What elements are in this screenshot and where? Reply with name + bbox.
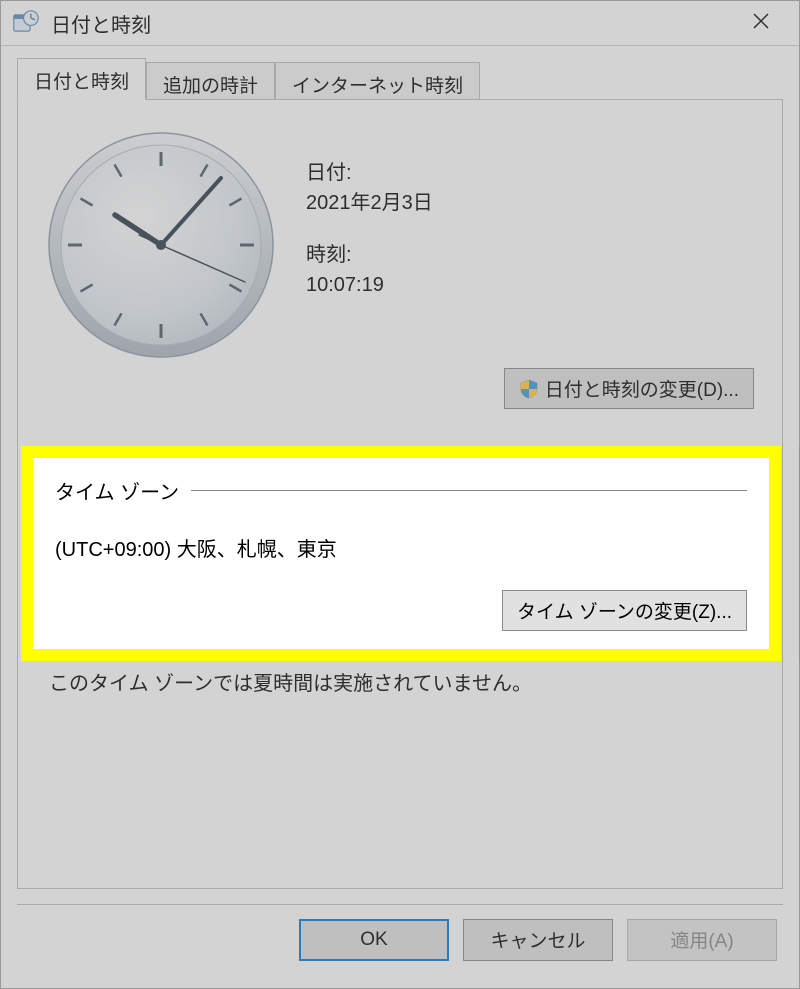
timezone-group-title: タイム ゾーン [55,476,179,505]
timezone-value: (UTC+09:00) 大阪、札幌、東京 [55,533,747,562]
time-value: 10:07:19 [306,270,433,300]
titlebar: 日付と時刻 [1,1,799,46]
tab-datetime[interactable]: 日付と時刻 [17,58,146,100]
datetime-settings-window: 日付と時刻 日付と時刻 追加の時計 インターネット時刻 [0,0,800,989]
date-value: 2021年2月3日 [306,188,433,218]
ok-button[interactable]: OK [299,919,449,961]
clock-calendar-icon [13,10,39,36]
window-title: 日付と時刻 [51,9,731,38]
group-divider [191,490,747,491]
analog-clock [46,130,276,360]
dst-note: このタイム ゾーンでは夏時間は実施されていません。 [49,667,532,696]
dialog-button-bar: OK キャンセル 適用(A) [17,904,783,974]
tab-additional-clocks[interactable]: 追加の時計 [146,62,275,100]
date-label: 日付: [306,158,433,188]
ok-label: OK [360,929,387,951]
change-timezone-row: タイム ゾーンの変更(Z)... [55,590,747,631]
tab-internet-time[interactable]: インターネット時刻 [275,62,480,100]
apply-label: 適用(A) [670,926,733,953]
close-icon [753,13,769,34]
datetime-info: 日付: 2021年2月3日 時刻: 10:07:19 [306,130,433,322]
close-button[interactable] [731,1,791,46]
datetime-row: 日付: 2021年2月3日 時刻: 10:07:19 [46,130,754,360]
apply-button[interactable]: 適用(A) [627,919,777,961]
change-datetime-label: 日付と時刻の変更(D)... [545,375,739,402]
uac-shield-icon [519,379,539,399]
change-datetime-row: 日付と時刻の変更(D)... [46,368,754,409]
timezone-group-header: タイム ゾーン [55,476,747,505]
change-datetime-button[interactable]: 日付と時刻の変更(D)... [504,368,754,409]
timezone-group-highlight: タイム ゾーン (UTC+09:00) 大阪、札幌、東京 タイム ゾーンの変更(… [21,446,781,661]
cancel-button[interactable]: キャンセル [463,919,613,961]
change-timezone-label: タイム ゾーンの変更(Z)... [517,597,732,624]
change-timezone-button[interactable]: タイム ゾーンの変更(Z)... [502,590,747,631]
tab-strip: 日付と時刻 追加の時計 インターネット時刻 [1,46,799,100]
time-label: 時刻: [306,240,433,270]
cancel-label: キャンセル [490,926,585,953]
